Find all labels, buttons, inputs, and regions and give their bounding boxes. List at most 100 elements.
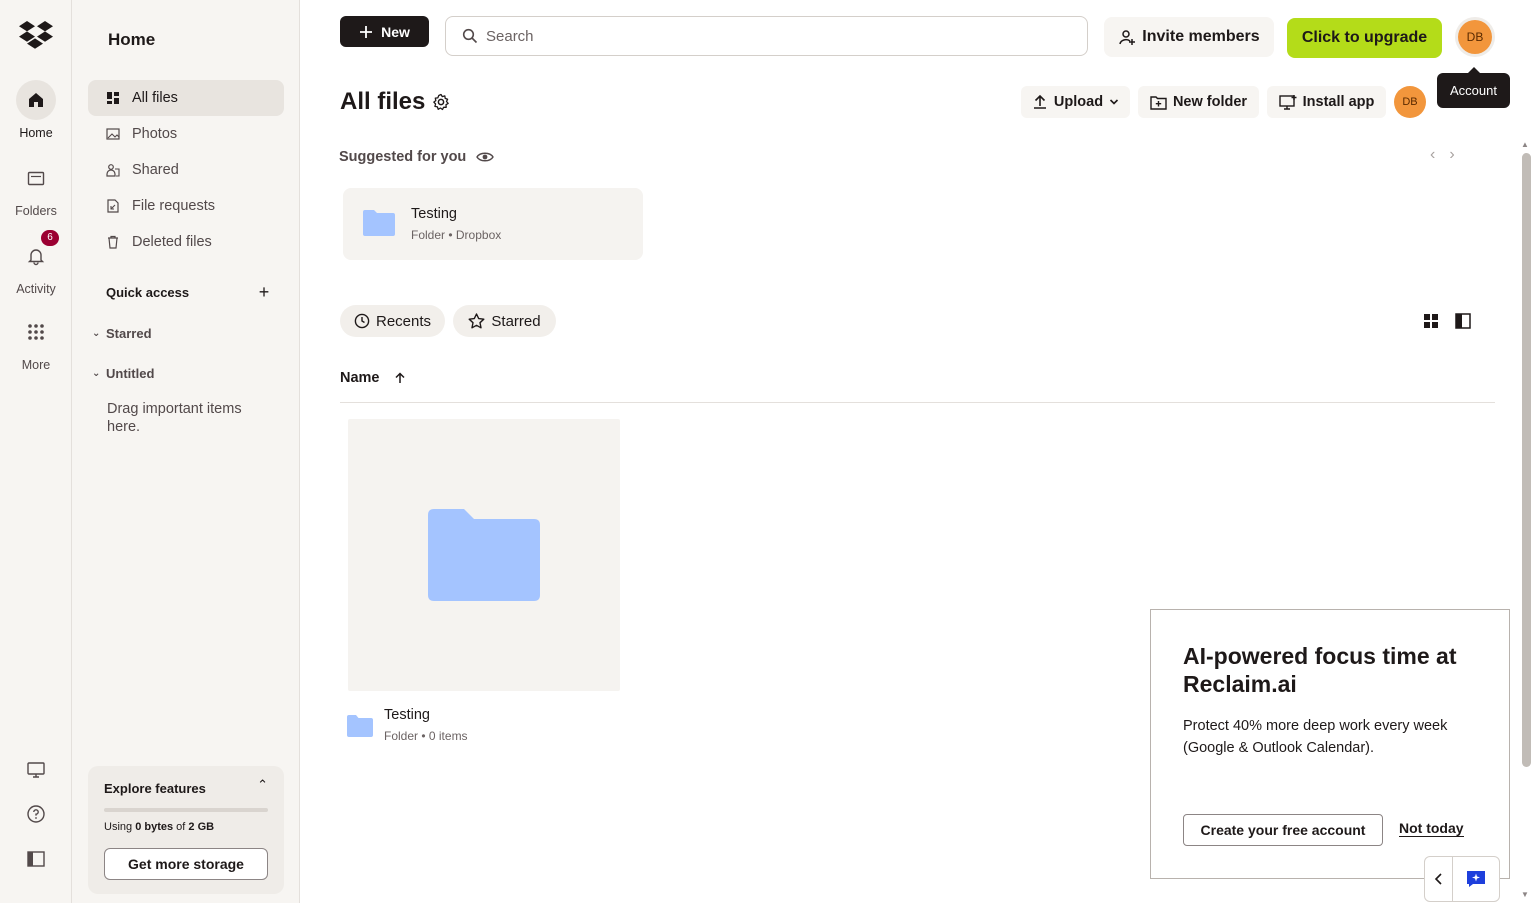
rail-home[interactable]: Home	[0, 80, 72, 140]
scroll-down-arrow-icon[interactable]: ▼	[1521, 890, 1529, 899]
sidebar-item-label: Photos	[132, 126, 178, 142]
chevron-left-icon[interactable]: ‹	[1430, 146, 1435, 164]
assistant-chat-icon[interactable]	[1453, 857, 1499, 901]
storage-progress-bar	[104, 808, 268, 812]
file-tile-thumbnail[interactable]	[348, 419, 620, 691]
new-folder-button[interactable]: New folder	[1138, 86, 1259, 118]
new-button[interactable]: New	[340, 16, 429, 47]
sidebar-item-label: File requests	[132, 198, 216, 214]
create-account-button[interactable]: Create your free account	[1183, 814, 1383, 846]
folder-icon	[347, 715, 373, 737]
quick-access-title: Quick access	[106, 285, 190, 300]
new-folder-label: New folder	[1172, 94, 1248, 110]
quick-access-group-label: Untitled	[106, 366, 155, 381]
chevron-up-icon[interactable]: ⌃	[257, 777, 268, 793]
recents-chip[interactable]: Recents	[340, 305, 445, 337]
left-rail: Home Folders 6 Activity More	[0, 0, 72, 903]
name-column-header[interactable]: Name	[340, 370, 406, 386]
sidebar-item-photos[interactable]: Photos	[88, 116, 284, 152]
scrollbar-thumb[interactable]	[1522, 153, 1531, 767]
upload-button[interactable]: Upload	[1021, 86, 1130, 118]
sidebar-item-label: Deleted files	[132, 234, 212, 250]
sidebar-item-deleted-files[interactable]: Deleted files	[88, 224, 284, 260]
rail-activity[interactable]: 6 Activity	[0, 230, 72, 296]
toggle-sidebar-icon[interactable]	[24, 847, 48, 871]
grid-icon	[16, 312, 56, 352]
search-bar[interactable]	[445, 16, 1088, 56]
invite-members-button[interactable]: Invite members	[1104, 17, 1274, 57]
suggested-item-card[interactable]: Testing Folder • Dropbox	[343, 188, 643, 260]
floating-toolbar	[1424, 856, 1500, 902]
rail-folders-label: Folders	[15, 204, 57, 218]
usage-mid: of	[173, 821, 189, 833]
chevron-right-icon[interactable]: ›	[1449, 146, 1454, 164]
dropbox-logo-icon[interactable]	[18, 20, 54, 52]
quick-access-hint: Drag important items here.	[107, 401, 242, 435]
search-icon	[462, 28, 478, 44]
member-avatar[interactable]: DB	[1394, 86, 1426, 118]
account-avatar[interactable]: DB	[1458, 20, 1492, 54]
install-app-label: Install app	[1302, 94, 1375, 110]
invite-members-label: Invite members	[1142, 28, 1260, 45]
rail-home-label: Home	[19, 126, 53, 140]
arrow-up-icon	[394, 372, 405, 383]
install-app-button[interactable]: Install app	[1267, 86, 1386, 118]
rail-activity-label: Activity	[16, 282, 56, 296]
all-files-icon	[106, 91, 120, 105]
file-tile-name[interactable]: Testing	[384, 707, 430, 723]
usage-prefix: Using	[104, 821, 136, 833]
scroll-up-arrow-icon[interactable]: ▲	[1521, 140, 1529, 149]
add-quick-access-button[interactable]: +	[256, 283, 272, 301]
starred-chip[interactable]: Starred	[453, 305, 556, 337]
details-pane-icon[interactable]	[1454, 312, 1472, 330]
chevron-down-icon: ⌄	[92, 368, 101, 379]
explore-features-panel: Explore features ⌃ Using 0 bytes of 2 GB…	[88, 766, 284, 894]
get-more-storage-button[interactable]: Get more storage	[104, 848, 268, 880]
name-column-label: Name	[340, 370, 380, 386]
upload-icon	[1033, 94, 1046, 109]
rail-folders[interactable]: Folders	[0, 158, 72, 218]
home-icon	[16, 80, 56, 120]
folders-icon	[16, 158, 56, 198]
sidebar-item-all-files[interactable]: All files	[88, 80, 284, 116]
promo-card: AI-powered focus time at Reclaim.ai Prot…	[1150, 609, 1510, 879]
account-tooltip: Account	[1437, 67, 1510, 108]
chevron-down-icon: ⌄	[92, 328, 101, 339]
activity-badge: 6	[41, 230, 59, 246]
not-today-link[interactable]: Not today	[1399, 820, 1464, 837]
trash-icon	[106, 235, 120, 249]
quick-access-group-starred[interactable]: ⌄ Starred	[92, 326, 152, 341]
promo-body: Protect 40% more deep work every week (G…	[1183, 718, 1448, 756]
usage-total: 2 GB	[188, 821, 215, 833]
shared-icon	[106, 163, 120, 177]
collapse-chevron-left-icon[interactable]	[1425, 857, 1453, 901]
sidebar-item-file-requests[interactable]: File requests	[88, 188, 284, 224]
suggested-label: Suggested for you	[339, 149, 467, 165]
upload-label: Upload	[1053, 94, 1104, 110]
quick-access-group-label: Starred	[106, 326, 152, 341]
quick-access-group-untitled[interactable]: ⌄ Untitled	[92, 366, 154, 381]
file-tile-meta: Folder • 0 items	[384, 729, 468, 743]
header-divider	[340, 402, 1495, 403]
suggested-item-meta: Folder • Dropbox	[411, 228, 502, 242]
clock-icon	[354, 313, 370, 329]
gear-icon[interactable]	[432, 93, 450, 111]
add-person-icon	[1119, 30, 1136, 45]
sidebar-title: Home	[108, 30, 156, 49]
new-button-label: New	[381, 23, 410, 40]
usage-used: 0 bytes	[135, 821, 174, 833]
search-input[interactable]	[486, 27, 1046, 45]
eye-icon[interactable]	[476, 150, 495, 164]
star-icon	[468, 313, 485, 329]
storage-usage-text: Using 0 bytes of 2 GB	[104, 821, 214, 833]
sidebar: Home All files Photos Shared File reques…	[72, 0, 300, 903]
upgrade-button[interactable]: Click to upgrade	[1287, 18, 1442, 58]
desktop-app-icon[interactable]	[24, 758, 48, 782]
help-icon[interactable]	[24, 802, 48, 826]
page-title: All files	[340, 88, 426, 115]
grid-view-icon[interactable]	[1422, 312, 1440, 330]
folder-icon	[428, 509, 540, 601]
rail-more[interactable]: More	[0, 312, 72, 372]
sidebar-item-shared[interactable]: Shared	[88, 152, 284, 188]
plus-icon	[360, 25, 373, 38]
